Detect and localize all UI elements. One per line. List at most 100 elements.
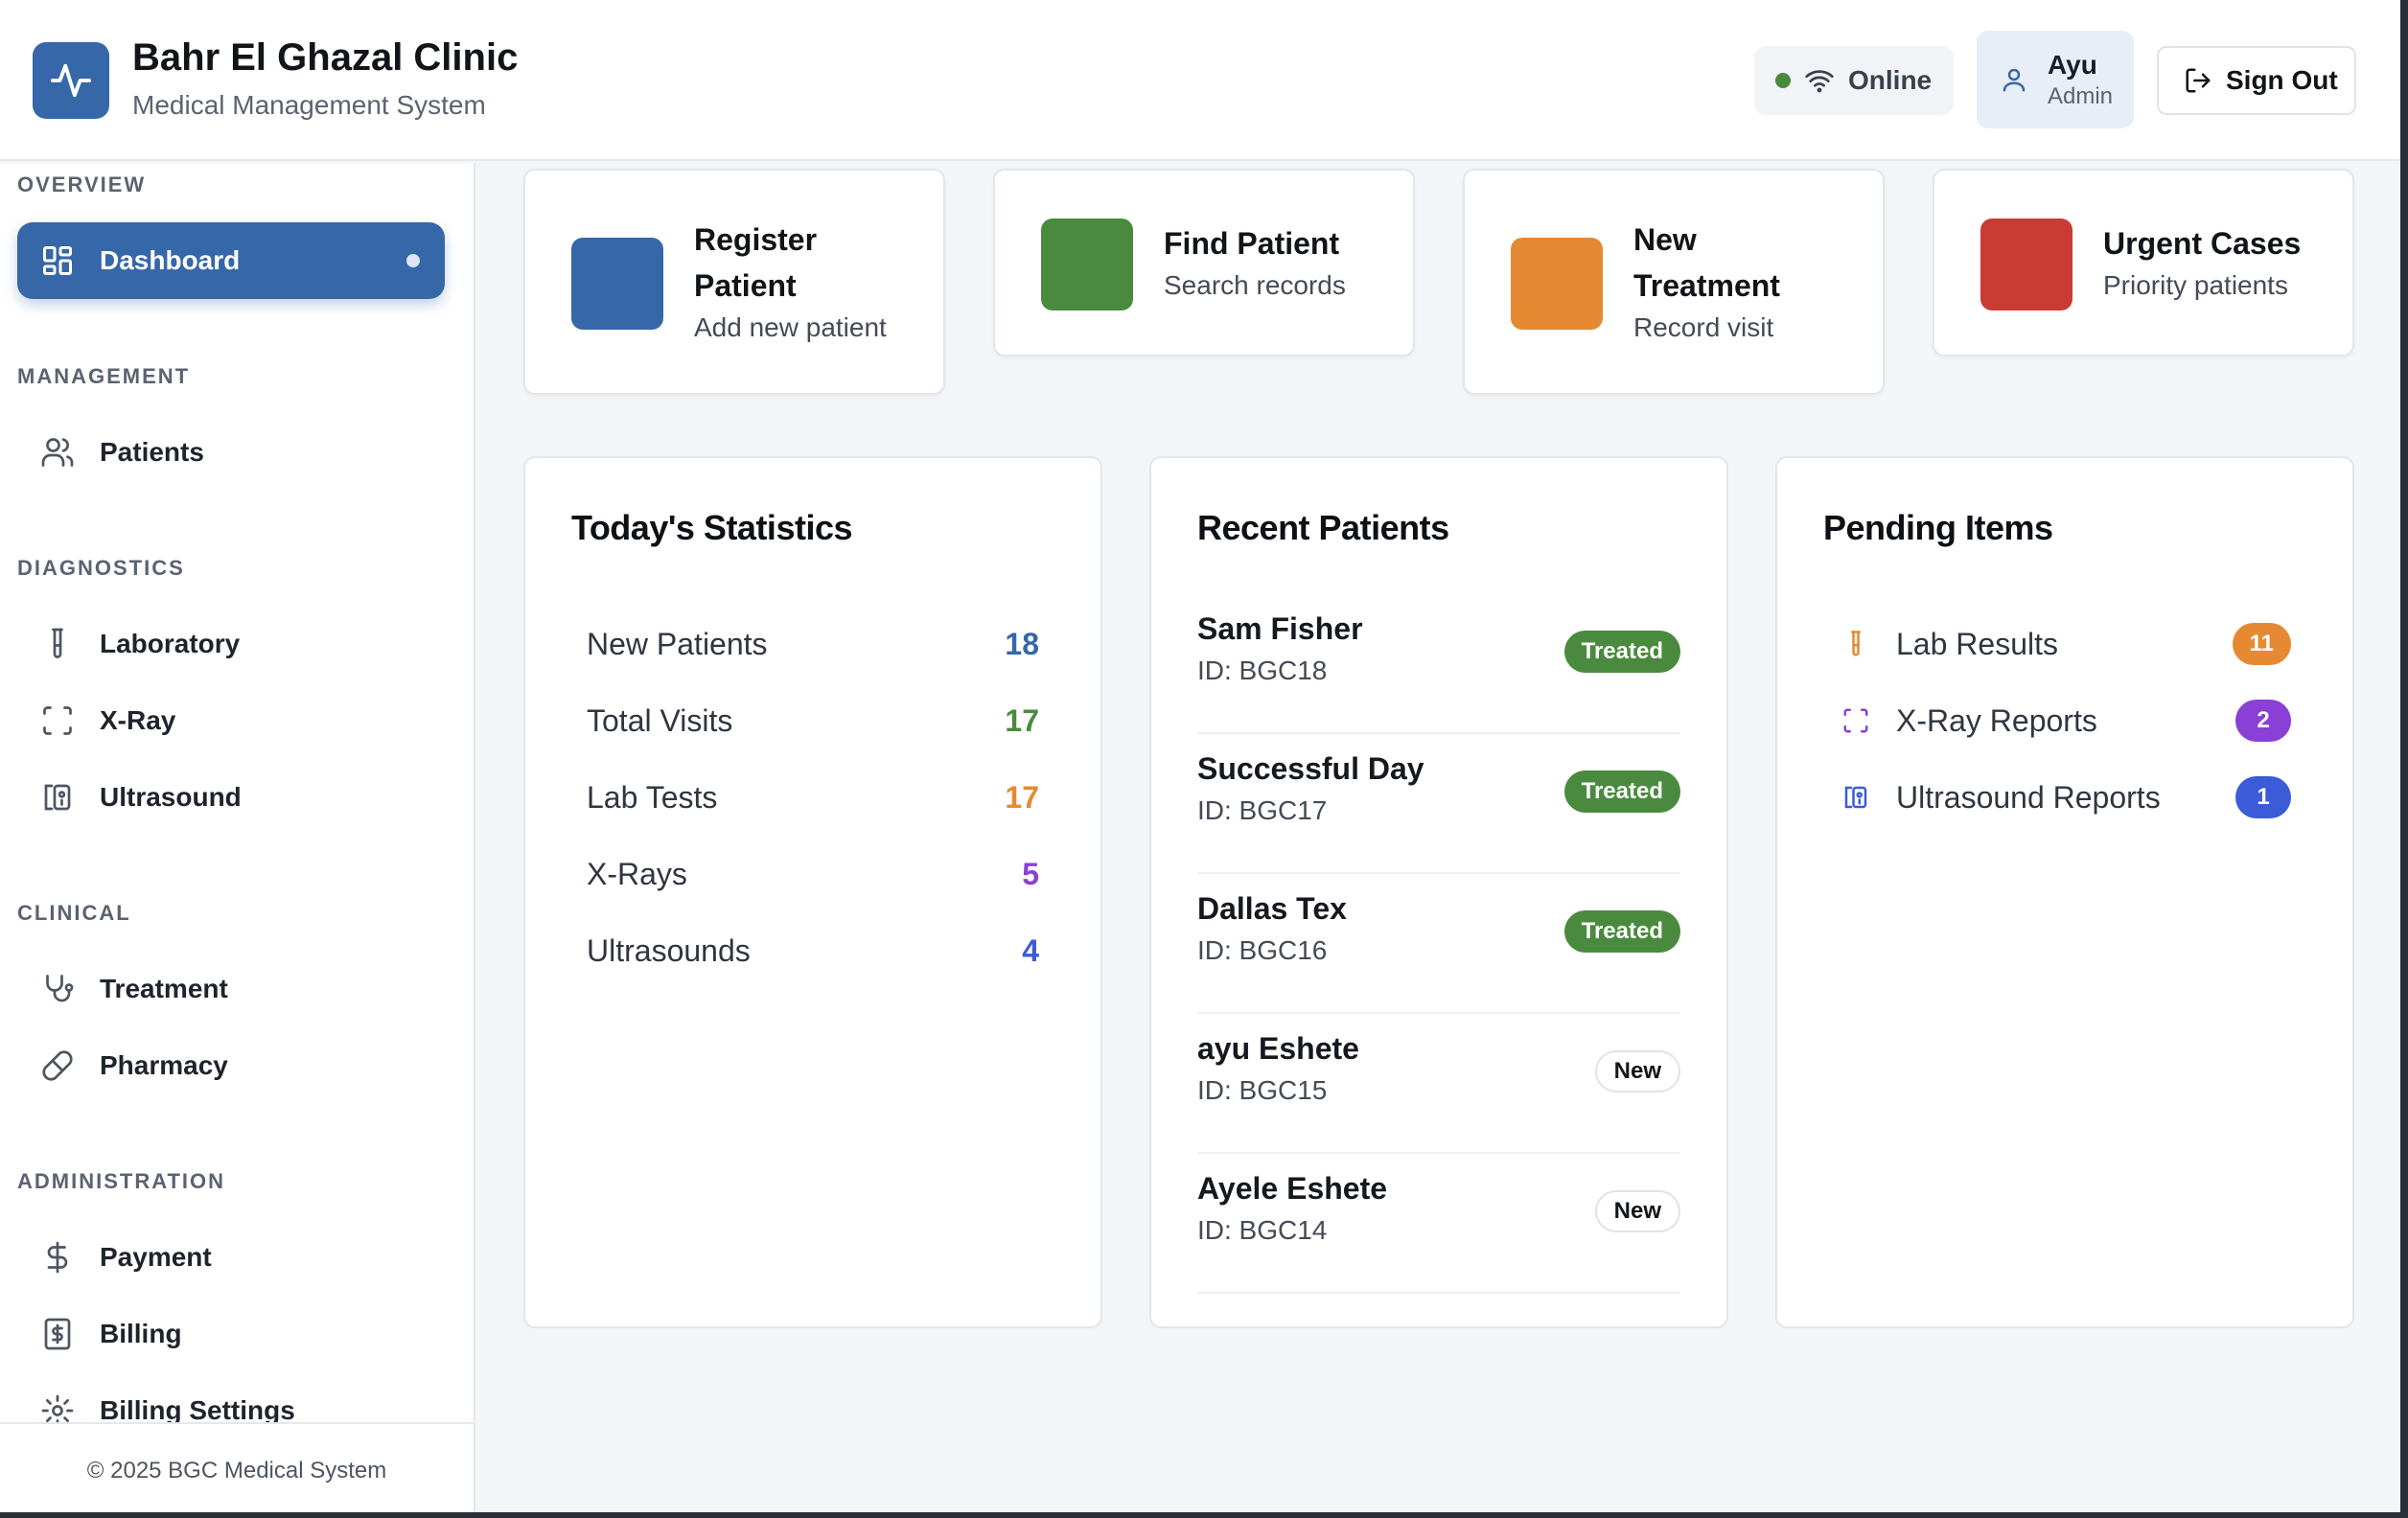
stat-row: X-Rays 5 <box>587 845 1039 903</box>
patient-row[interactable]: Sam Fisher ID: BGC18 Treated <box>1197 594 1680 734</box>
section-administration: ADMINISTRATION <box>17 1169 226 1193</box>
sidebar-item-xray[interactable]: X-Ray <box>17 682 445 759</box>
logo <box>33 42 109 119</box>
stat-value: 17 <box>1005 779 1039 815</box>
find-patient-card[interactable]: Find Patient Search records <box>993 169 1415 356</box>
sidebar-item-label: Payment <box>100 1242 212 1272</box>
status-label: Online <box>1848 65 1933 95</box>
card-title: Register <box>694 222 818 257</box>
register-patient-icon <box>571 238 663 330</box>
urgent-cases-card[interactable]: Urgent Cases Priority patients <box>1933 169 2354 356</box>
patient-name: ayu Eshete <box>1197 1031 1359 1066</box>
pending-row[interactable]: X-Ray Reports 2 <box>1839 692 2291 749</box>
pending-label: X-Ray Reports <box>1896 702 2097 738</box>
sidebar-item-laboratory[interactable]: Laboratory <box>17 606 445 682</box>
window-edge-right <box>2400 0 2408 1518</box>
scan-icon <box>1843 708 1868 733</box>
patient-name: Dallas Tex <box>1197 891 1347 926</box>
sidebar-item-label: X-Ray <box>100 705 176 735</box>
user-profile[interactable]: Ayu Admin <box>1977 31 2134 128</box>
stat-label: Lab Tests <box>587 779 718 815</box>
sidebar-item-billing[interactable]: Billing <box>17 1296 445 1372</box>
card-title: Patient <box>694 268 797 303</box>
urgent-cases-icon <box>1980 218 2072 310</box>
sidebar-item-label: Ultrasound <box>100 782 242 812</box>
stat-label: X-Rays <box>587 856 687 891</box>
activity-pulse-icon <box>50 63 92 98</box>
status-badge: New <box>1594 1190 1680 1232</box>
status-badge: Treated <box>1563 910 1680 953</box>
section-overview: OVERVIEW <box>17 172 147 196</box>
find-patient-icon <box>1041 218 1133 310</box>
users-icon <box>41 438 74 467</box>
sidebar-item-label: Treatment <box>100 974 228 1003</box>
panel-title: Recent Patients <box>1197 508 1449 547</box>
sidebar-item-label: Patients <box>100 437 204 467</box>
sidebar-item-patients[interactable]: Patients <box>17 414 445 491</box>
patient-name: Ayele Eshete <box>1197 1171 1388 1206</box>
user-icon <box>2003 68 2026 92</box>
pending-items-panel: Pending Items Lab Results 11 X-Ray Repor… <box>1775 456 2354 1328</box>
pending-row[interactable]: Lab Results 11 <box>1839 615 2291 673</box>
card-subtitle: Search records <box>1164 270 1346 300</box>
pending-row[interactable]: Ultrasound Reports 1 <box>1839 769 2291 826</box>
patient-id: ID: BGC14 <box>1197 1215 1328 1245</box>
sidebar-item-label: Pharmacy <box>100 1050 228 1080</box>
app-title: Bahr El Ghazal Clinic <box>132 36 519 79</box>
card-subtitle: Priority patients <box>2103 270 2288 300</box>
card-subtitle: Record visit <box>1633 312 1774 342</box>
pending-label: Ultrasound Reports <box>1896 779 2161 815</box>
app-header: Bahr El Ghazal Clinic Medical Management… <box>0 0 2400 161</box>
stat-value: 18 <box>1005 626 1039 661</box>
stat-value: 17 <box>1005 702 1039 738</box>
sign-out-button[interactable]: Sign Out <box>2157 46 2356 115</box>
scan-icon <box>43 706 72 735</box>
app-subtitle: Medical Management System <box>132 90 486 120</box>
user-role: Admin <box>2048 83 2114 109</box>
panel-title: Pending Items <box>1823 508 2053 547</box>
patient-id: ID: BGC17 <box>1197 795 1328 825</box>
stat-value: 4 <box>1022 932 1039 968</box>
stat-row: Ultrasounds 4 <box>587 922 1039 979</box>
sidebar-item-dashboard[interactable]: Dashboard <box>17 222 445 299</box>
patient-id: ID: BGC18 <box>1197 656 1328 685</box>
patient-row[interactable]: Dallas Tex ID: BGC16 Treated <box>1197 874 1680 1014</box>
sidebar-item-payment[interactable]: Payment <box>17 1219 445 1296</box>
status-badge: Treated <box>1563 631 1680 673</box>
patient-name: Successful Day <box>1197 751 1424 786</box>
sidebar-footer: © 2025 BGC Medical System <box>0 1422 474 1518</box>
new-treatment-card[interactable]: New Treatment Record visit <box>1463 169 1885 395</box>
sidebar-item-label: Dashboard <box>100 245 241 275</box>
register-patient-card[interactable]: Register Patient Add new patient <box>523 169 945 395</box>
patient-name: Sam Fisher <box>1197 611 1363 646</box>
user-name: Ayu <box>2048 50 2097 80</box>
window-edge-bottom <box>0 1512 2408 1518</box>
section-clinical: CLINICAL <box>17 901 131 925</box>
stat-label: Total Visits <box>587 702 733 738</box>
sidebar-item-pharmacy[interactable]: Pharmacy <box>17 1027 445 1104</box>
stat-row: New Patients 18 <box>587 615 1039 673</box>
status-dot <box>1775 73 1791 88</box>
stat-row: Lab Tests 17 <box>587 769 1039 826</box>
todays-statistics-panel: Today's Statistics New Patients 18 Total… <box>523 456 1102 1328</box>
receipt-icon <box>44 1318 71 1350</box>
patient-id: ID: BGC15 <box>1197 1075 1328 1105</box>
sidebar: OVERVIEW Dashboard MANAGEMENT Patients D… <box>0 163 475 1518</box>
dashboard-grid-icon <box>43 246 72 275</box>
sidebar-item-treatment[interactable]: Treatment <box>17 951 445 1027</box>
patient-row[interactable]: Successful Day ID: BGC17 Treated <box>1197 734 1680 874</box>
patient-row[interactable]: Ayele Eshete ID: BGC14 New <box>1197 1154 1680 1294</box>
section-management: MANAGEMENT <box>17 364 191 388</box>
sidebar-item-label: Billing <box>100 1319 182 1348</box>
stat-label: Ultrasounds <box>587 932 751 968</box>
sidebar-item-ultrasound[interactable]: Ultrasound <box>17 759 445 836</box>
patient-row[interactable]: ayu Eshete ID: BGC15 New <box>1197 1014 1680 1154</box>
card-subtitle: Add new patient <box>694 312 887 342</box>
panel-title: Today's Statistics <box>571 508 853 547</box>
sidebar-item-label: Laboratory <box>100 629 241 658</box>
section-diagnostics: DIAGNOSTICS <box>17 556 185 580</box>
card-title: Urgent Cases <box>2103 226 2302 261</box>
sign-out-label: Sign Out <box>2226 65 2338 95</box>
recent-patients-panel: Recent Patients Sam Fisher ID: BGC18 Tre… <box>1149 456 1728 1328</box>
test-tube-icon <box>52 628 63 658</box>
